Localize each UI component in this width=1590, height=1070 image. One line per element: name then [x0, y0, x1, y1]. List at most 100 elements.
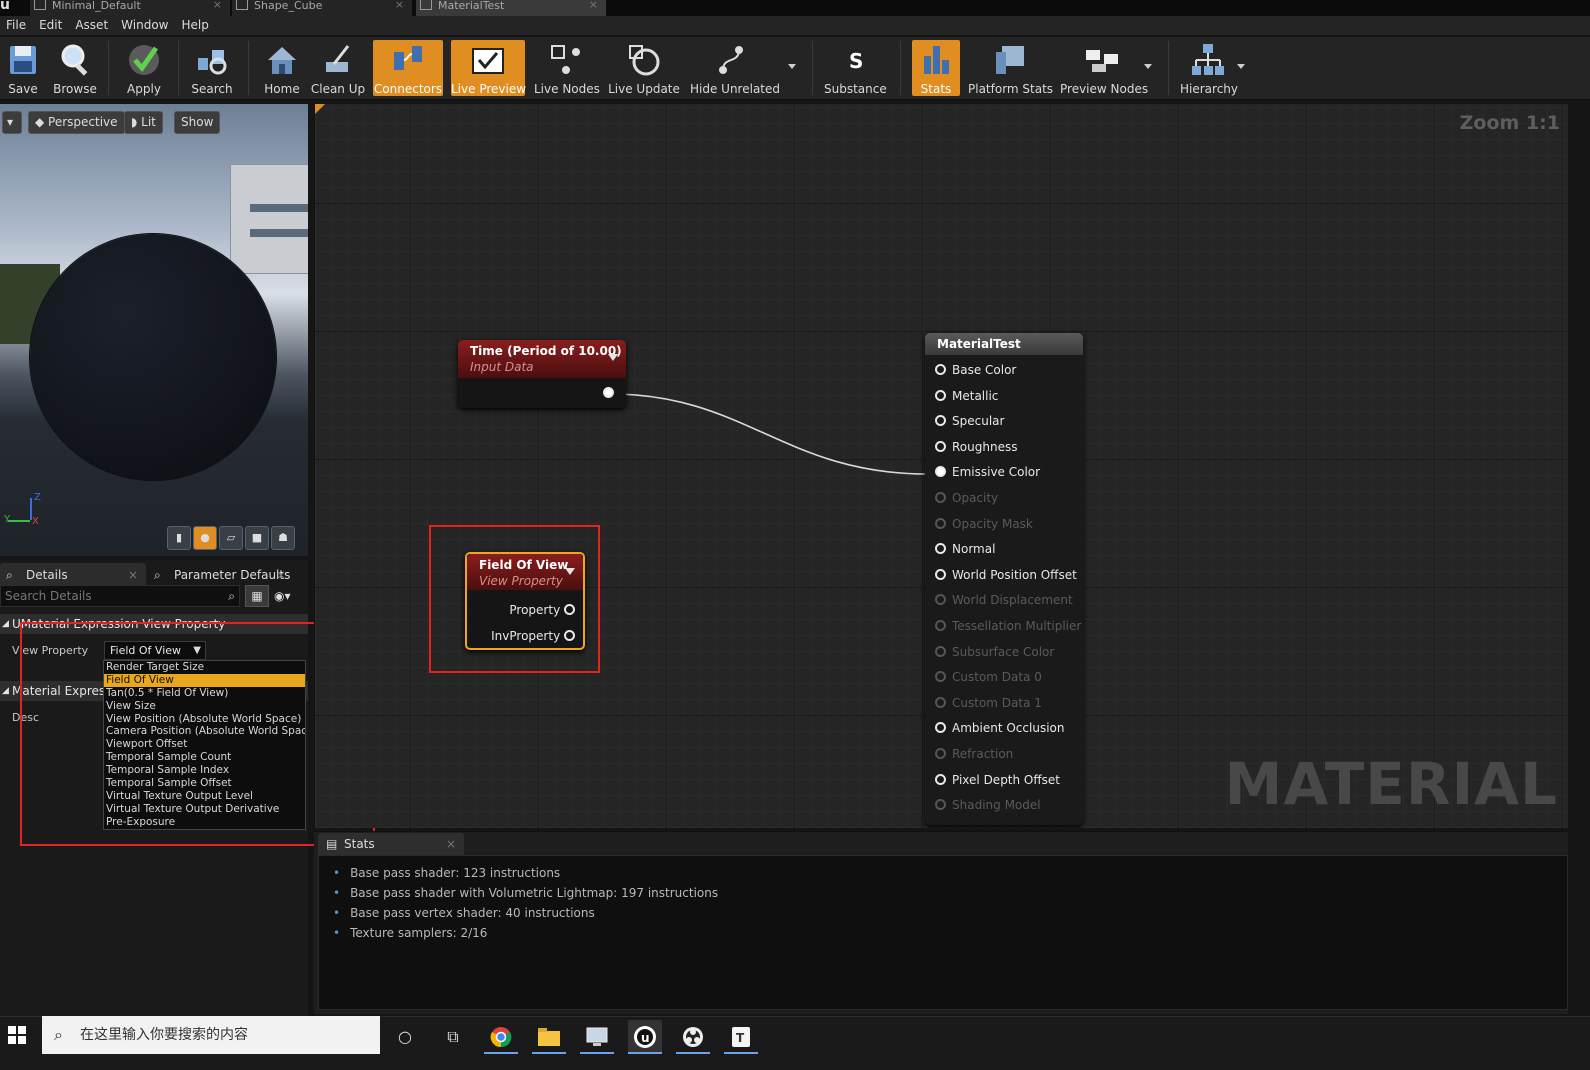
time-node-header[interactable]: Time (Period of 10.00) Input Data [458, 340, 626, 378]
result-pin-pixel-depth-offset[interactable]: Pixel Depth Offset [935, 773, 1060, 787]
result-pin-custom-data-1[interactable]: Custom Data 1 [935, 696, 1042, 710]
result-pin-refraction[interactable]: Refraction [935, 747, 1013, 761]
clean-up-button[interactable]: Clean Up [310, 40, 366, 96]
menu-edit[interactable]: Edit [33, 16, 69, 32]
apply-button[interactable]: Apply [120, 40, 168, 96]
stats-line: Base pass vertex shader: 40 instructions [333, 906, 595, 920]
background-building [230, 164, 308, 274]
unreal-engine-icon[interactable]: u [628, 1020, 662, 1054]
eye-icon[interactable]: ◉▾ [274, 585, 304, 607]
hierarchy-dropdown[interactable] [1237, 64, 1245, 69]
close-icon[interactable]: × [213, 0, 222, 10]
result-pin-normal[interactable]: Normal [935, 542, 995, 556]
doc-tab-mesh[interactable]: Shape_Cube × [232, 0, 412, 16]
menu-help[interactable]: Help [175, 16, 215, 32]
live-update-button[interactable]: Live Update [608, 40, 680, 96]
unreal-logo-icon[interactable]: u [0, 0, 10, 12]
preview-nodes-button[interactable]: Preview Nodes [1060, 40, 1148, 96]
result-pin-specular[interactable]: Specular [935, 414, 1004, 428]
svg-text:u: u [641, 1031, 650, 1045]
doc-tab-material[interactable]: MaterialTest × [416, 0, 606, 16]
result-pin-ambient-occlusion[interactable]: Ambient Occlusion [935, 721, 1064, 735]
hide-unrelated-button[interactable]: Hide Unrelated [690, 40, 780, 96]
tab-parameter-defaults[interactable]: ⌕ Parameter Defaults × [148, 563, 294, 587]
lit-button[interactable]: ◗ Lit [124, 111, 163, 134]
live-preview-button[interactable]: Live Preview [451, 40, 526, 96]
close-icon[interactable]: × [446, 833, 456, 855]
taskbar-search-input[interactable]: ⌕ 在这里输入你要搜索的内容 [42, 1016, 380, 1054]
result-node-title[interactable]: MaterialTest [925, 333, 1083, 355]
menu-window[interactable]: Window [115, 16, 175, 32]
obs-icon[interactable] [676, 1020, 710, 1054]
result-pin-shading-model[interactable]: Shading Model [935, 798, 1041, 812]
hide-unrelated-dropdown[interactable] [788, 64, 796, 69]
tab-details[interactable]: ⌕ Details × [0, 563, 146, 587]
toolbar: Save Browse Apply Search Home Clean Up C… [0, 37, 1590, 100]
task-view-icon[interactable]: ⧉ [436, 1020, 470, 1054]
result-pin-base-color[interactable]: Base Color [935, 363, 1016, 377]
time-node[interactable]: Time (Period of 10.00) Input Data [458, 340, 626, 408]
close-icon[interactable]: × [395, 0, 404, 10]
live-nodes-button[interactable]: Live Nodes [534, 40, 600, 96]
menu-asset[interactable]: Asset [69, 16, 115, 32]
plane-icon[interactable]: ▱ [219, 526, 243, 550]
search-nodes-icon [198, 50, 227, 75]
remote-desktop-icon[interactable] [580, 1020, 614, 1054]
pin-circle-icon [935, 645, 946, 657]
result-pin-metallic[interactable]: Metallic [935, 389, 998, 403]
close-icon[interactable]: × [589, 0, 598, 10]
result-pin-emissive-color[interactable]: Emissive Color [935, 465, 1040, 479]
show-button[interactable]: Show [174, 111, 221, 134]
result-pin-opacity[interactable]: Opacity [935, 491, 998, 505]
teapot-icon[interactable]: ☗ [271, 526, 295, 550]
chrome-icon[interactable] [484, 1020, 518, 1054]
chevron-down-icon[interactable] [608, 354, 618, 361]
substance-button[interactable]: S Substance [824, 40, 887, 96]
menu-file[interactable]: File [0, 16, 33, 32]
pin-circle-icon [935, 415, 946, 427]
preview-nodes-icon [1086, 50, 1118, 72]
material-result-node[interactable]: MaterialTest Base Color Metallic Specular R… [925, 333, 1083, 825]
typora-icon[interactable]: T [724, 1020, 758, 1054]
browse-button[interactable]: Browse [50, 40, 100, 96]
preview-nodes-dropdown[interactable] [1144, 64, 1152, 69]
platform-stats-button[interactable]: Platform Stats [968, 40, 1053, 96]
result-pin-tessellation-multiplier[interactable]: Tessellation Multiplier [935, 619, 1081, 633]
cylinder-icon[interactable]: ▮ [167, 526, 191, 550]
file-explorer-icon[interactable] [532, 1020, 566, 1054]
result-pin-opacity-mask[interactable]: Opacity Mask [935, 517, 1033, 531]
sphere-icon[interactable]: ● [193, 526, 217, 550]
home-button[interactable]: Home [260, 40, 304, 96]
time-to-emissive-wire [610, 393, 928, 475]
result-pin-custom-data-0[interactable]: Custom Data 0 [935, 670, 1042, 684]
preview-viewport[interactable]: ▾ ◆ Perspective ◗ Lit Show Z Y X ▮ ● ▱ ■ ☗ [0, 104, 308, 556]
connectors-button[interactable]: Connectors [373, 40, 443, 96]
windows-start-icon[interactable] [8, 1026, 26, 1044]
save-button[interactable]: Save [2, 40, 44, 96]
time-output-pin[interactable] [603, 387, 614, 398]
result-pin-subsurface-color[interactable]: Subsurface Color [935, 645, 1054, 659]
pin-circle-icon [935, 722, 946, 734]
stats-button[interactable]: Stats [912, 40, 960, 96]
close-icon[interactable]: × [276, 563, 286, 587]
hierarchy-button[interactable]: Hierarchy [1180, 40, 1238, 96]
doc-tab-level[interactable]: Minimal_Default × [30, 0, 230, 16]
live-update-icon [629, 45, 660, 76]
view-options-grid-icon[interactable]: ▦ [245, 585, 269, 607]
result-pin-world-displacement[interactable]: World Displacement [935, 593, 1073, 607]
search-details-input[interactable]: Search Details ⌕ [0, 585, 240, 607]
close-icon[interactable]: × [128, 563, 138, 587]
search-button[interactable]: Search [188, 40, 236, 96]
result-pin-world-position-offset[interactable]: World Position Offset [935, 568, 1077, 582]
background-building-window [250, 229, 308, 237]
viewport-options-button[interactable]: ▾ [2, 111, 22, 134]
result-pin-roughness[interactable]: Roughness [935, 440, 1017, 454]
tab-stats[interactable]: ▤ Stats × [318, 833, 464, 855]
material-graph[interactable]: Zoom 1:1 MATERIAL Time (Period of 10.00)… [314, 104, 1568, 828]
pin-circle-icon [935, 773, 946, 785]
cortana-icon[interactable]: ○ [388, 1020, 422, 1054]
toolbar-separator [1168, 41, 1169, 95]
hide-unrelated-icon [719, 46, 743, 74]
perspective-button[interactable]: ◆ Perspective [28, 111, 125, 134]
cube-icon[interactable]: ■ [245, 526, 269, 550]
